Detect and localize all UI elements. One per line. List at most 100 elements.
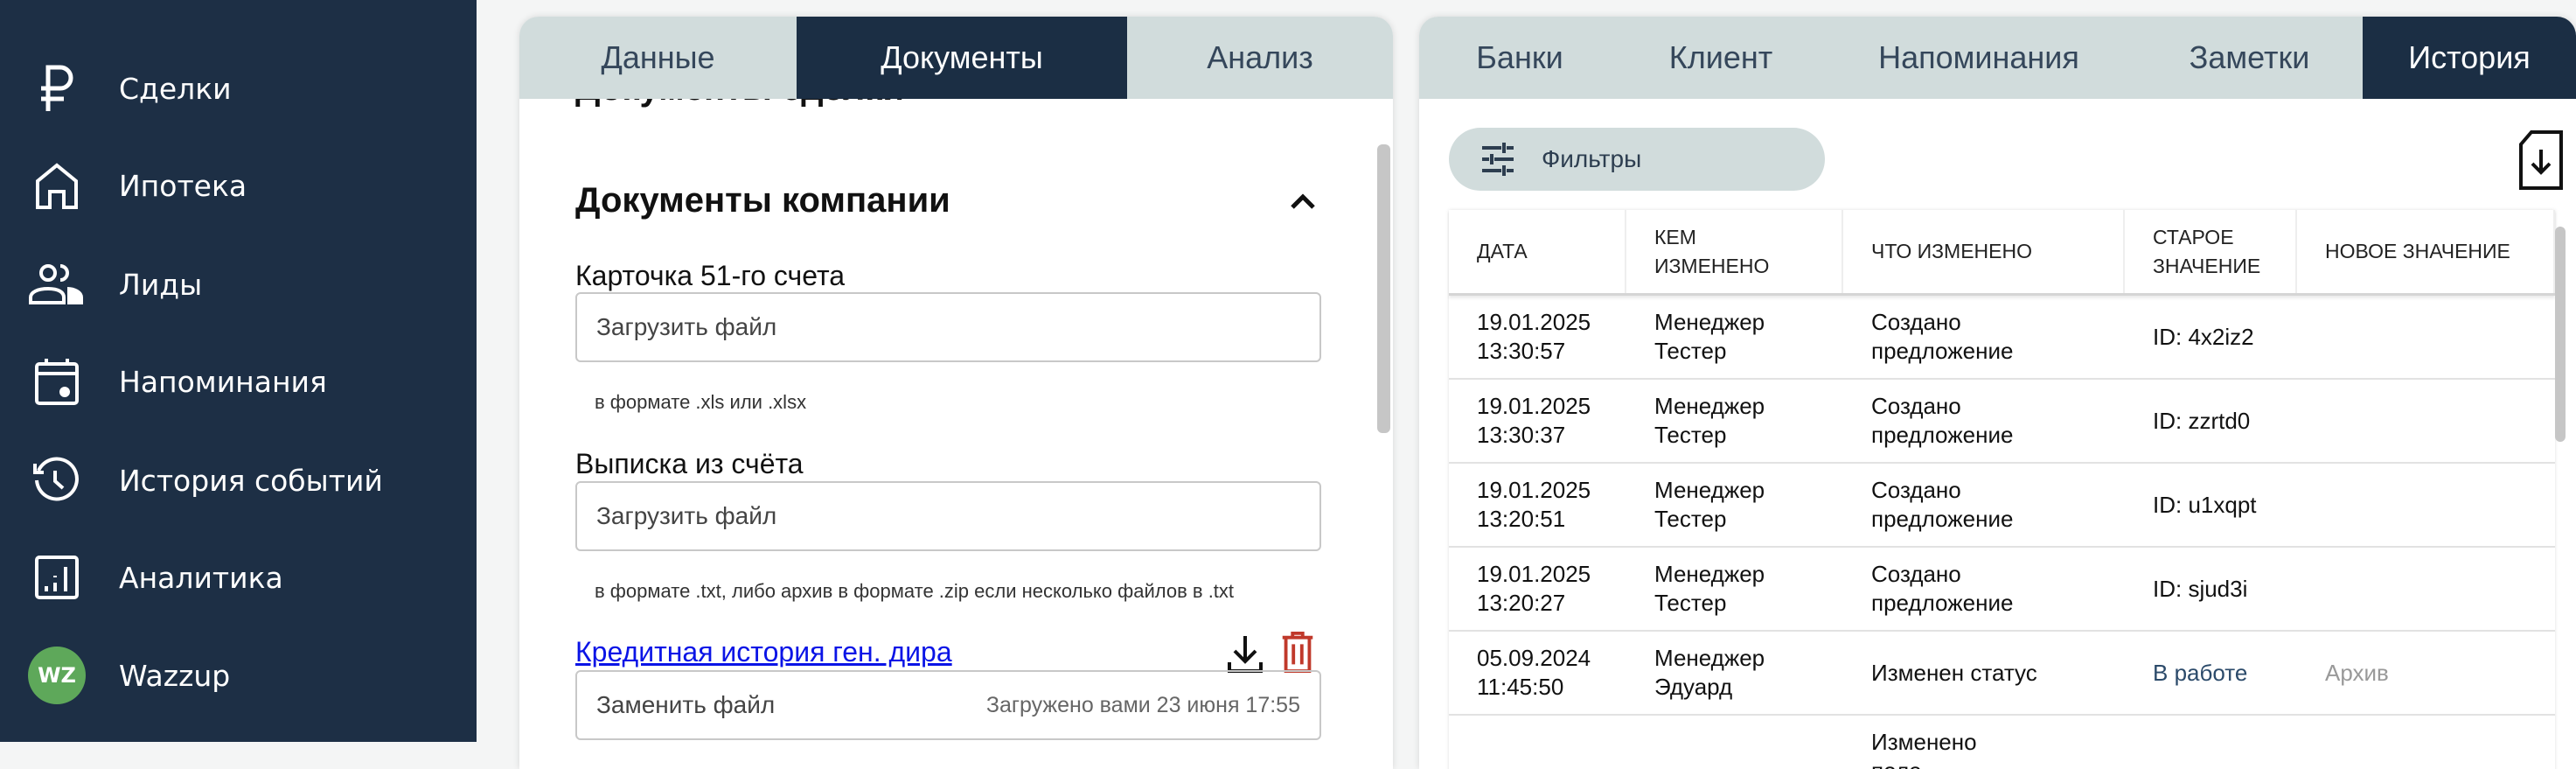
- sidebar-item-label: Напоминания: [119, 364, 327, 399]
- cell-new-value: Архив: [2325, 659, 2389, 686]
- table-row: 19.01.2025 13:30:37 Менеджер Тестер Создано п…: [1449, 380, 2555, 464]
- analytics-icon: [26, 547, 87, 608]
- sidebar-item-reminders[interactable]: Напоминания: [0, 342, 477, 421]
- column-header-new-value[interactable]: НОВОЕ ЗНАЧЕНИЕ: [2297, 210, 2555, 293]
- table-row: 19.01.2025 13:30:57 Менеджер Тестер Создано п…: [1449, 296, 2555, 380]
- cell-changed-by: Менеджер Тестер: [1654, 309, 1765, 364]
- users-icon: [26, 254, 87, 315]
- sidebar-item-analytics[interactable]: Аналитика: [0, 538, 477, 617]
- sidebar-item-deals[interactable]: Сделки: [0, 49, 477, 128]
- tab-client[interactable]: Клиент: [1620, 17, 1821, 99]
- cell-old-value: [2125, 716, 2297, 769]
- tab-reminders[interactable]: Напоминания: [1821, 17, 2136, 99]
- sidebar: Сделки Ипотека Лиды Напоминания История …: [0, 0, 477, 742]
- wazzup-badge: WZ: [28, 647, 86, 704]
- cell-old-value: ID: zzrtd0: [2153, 407, 2251, 434]
- cell-changed-by: Менеджер Эдуард: [1654, 645, 1765, 700]
- history-table: ДАТА КЕМ ИЗМЕНЕНО ЧТО ИЗМЕНЕНО СТАРОЕ ЗНАЧ…: [1449, 210, 2555, 769]
- sidebar-item-leads[interactable]: Лиды: [0, 245, 477, 324]
- upload-file-input[interactable]: Загрузить файл: [575, 481, 1321, 551]
- column-header-old-value[interactable]: СТАРОЕ ЗНАЧЕНИЕ: [2125, 210, 2297, 293]
- replace-file-input[interactable]: Заменить файл Загружено вами 23 июня 17:…: [575, 670, 1321, 740]
- column-header-date[interactable]: ДАТА: [1449, 210, 1626, 293]
- cell-new-value: [2297, 548, 2555, 630]
- column-header-what-changed[interactable]: ЧТО ИЗМЕНЕНО: [1843, 210, 2125, 293]
- sidebar-item-label: История событий: [119, 463, 383, 498]
- field-label: Карточка 51-го счета: [575, 260, 846, 291]
- field-hint: в формате .txt, либо архив в формате .zi…: [595, 580, 1235, 602]
- sidebar-item-label: Сделки: [119, 71, 232, 106]
- scrollbar[interactable]: [1377, 144, 1390, 433]
- history-panel: Банки Клиент Напоминания Заметки История…: [1419, 17, 2576, 769]
- filters-label: Фильтры: [1542, 145, 1642, 172]
- cell-date: 19.01.2025 13:30:37: [1477, 393, 1591, 448]
- cell-changed-by: Менеджер Тестер: [1654, 561, 1765, 616]
- upload-file-input[interactable]: Загрузить файл: [575, 292, 1321, 362]
- cell-what-changed: Создано предложение: [1871, 561, 2014, 616]
- cell-old-value: В работе: [2153, 659, 2248, 686]
- section-title: Документы компании: [575, 181, 950, 220]
- table-scrollbar[interactable]: [2555, 227, 2566, 442]
- cell-old-value: ID: sjud3i: [2153, 575, 2248, 602]
- history-icon: [26, 450, 87, 511]
- tab-documents[interactable]: Документы: [797, 17, 1127, 99]
- cell-old-value: ID: 4x2iz2: [2153, 323, 2254, 350]
- cell-new-value: [2297, 380, 2555, 462]
- tab-banks[interactable]: Банки: [1419, 17, 1620, 99]
- cell-what-changed: Создано предложение: [1871, 477, 2014, 532]
- cell-date: 19.01.2025 13:20:51: [1477, 477, 1591, 532]
- table-row: Измененополе: [1449, 716, 2555, 769]
- cell-date: 19.01.2025 13:20:27: [1477, 561, 1591, 616]
- credit-history-link[interactable]: Кредитная история ген. дира: [575, 636, 952, 668]
- right-tabs: Банки Клиент Напоминания Заметки История: [1419, 17, 2576, 99]
- upload-placeholder: Загрузить файл: [596, 502, 777, 529]
- sidebar-item-mortgage[interactable]: Ипотека: [0, 146, 477, 225]
- field-hint: в формате .xls или .xlsx: [595, 391, 807, 413]
- sidebar-item-label: Ипотека: [119, 168, 247, 203]
- house-icon: [26, 155, 87, 216]
- sliders-icon: [1482, 143, 1514, 176]
- table-row: 05.09.2024 11:45:50 Менеджер Эдуард Изменен …: [1449, 632, 2555, 716]
- cell-what-changed: Измененополе: [1871, 729, 1977, 769]
- cell-date: [1449, 716, 1626, 769]
- trash-icon[interactable]: [1278, 631, 1317, 673]
- cell-changed-by: Менеджер Тестер: [1654, 393, 1765, 448]
- tab-data[interactable]: Данные: [519, 17, 797, 99]
- replace-file-label: Заменить файл: [596, 691, 776, 718]
- download-icon[interactable]: [1226, 633, 1264, 675]
- sidebar-item-label: Wazzup: [119, 658, 231, 693]
- column-header-changed-by[interactable]: КЕМ ИЗМЕНЕНО: [1626, 210, 1843, 293]
- wazzup-logo: WZ: [26, 645, 87, 706]
- table-header: ДАТА КЕМ ИЗМЕНЕНО ЧТО ИЗМЕНЕНО СТАРОЕ ЗНАЧ…: [1449, 210, 2555, 296]
- filters-button[interactable]: Фильтры: [1449, 128, 1825, 191]
- table-row: 19.01.2025 13:20:51 Менеджер Тестер Создано п…: [1449, 464, 2555, 548]
- tab-notes[interactable]: Заметки: [2136, 17, 2363, 99]
- cell-what-changed: Создано предложение: [1871, 393, 2014, 448]
- export-download-icon[interactable]: [2517, 130, 2565, 190]
- upload-placeholder: Загрузить файл: [596, 313, 777, 340]
- tab-history[interactable]: История: [2363, 17, 2576, 99]
- cell-new-value: [2297, 716, 2555, 769]
- sidebar-item-label: Аналитика: [119, 560, 283, 595]
- chevron-up-icon[interactable]: [1285, 183, 1320, 218]
- left-tabs: Данные Документы Анализ: [519, 17, 1393, 99]
- cell-changed-by: [1626, 716, 1843, 769]
- cell-changed-by: Менеджер Тестер: [1654, 477, 1765, 532]
- cell-new-value: [2297, 296, 2555, 378]
- calendar-icon: [26, 351, 87, 412]
- cell-date: 05.09.2024 11:45:50: [1477, 645, 1591, 700]
- documents-panel: Документы сделки Данные Документы Анализ…: [519, 17, 1393, 769]
- cell-what-changed: Создано предложение: [1871, 309, 2014, 364]
- cell-date: 19.01.2025 13:30:57: [1477, 309, 1591, 364]
- cell-what-changed: Изменен статус: [1871, 659, 2037, 686]
- sidebar-item-wazzup[interactable]: WZ Wazzup: [0, 636, 477, 715]
- field-label: Выписка из счёта: [575, 448, 804, 479]
- cell-new-value: [2297, 464, 2555, 546]
- sidebar-item-history[interactable]: История событий: [0, 441, 477, 520]
- sidebar-item-label: Лиды: [119, 267, 203, 302]
- table-row: 19.01.2025 13:20:27 Менеджер Тестер Создано п…: [1449, 548, 2555, 632]
- cell-old-value: ID: u1xqpt: [2153, 491, 2257, 518]
- upload-status: Загружено вами 23 июня 17:55: [985, 692, 1300, 717]
- tab-analysis[interactable]: Анализ: [1127, 17, 1393, 99]
- ruble-icon: [26, 58, 87, 119]
